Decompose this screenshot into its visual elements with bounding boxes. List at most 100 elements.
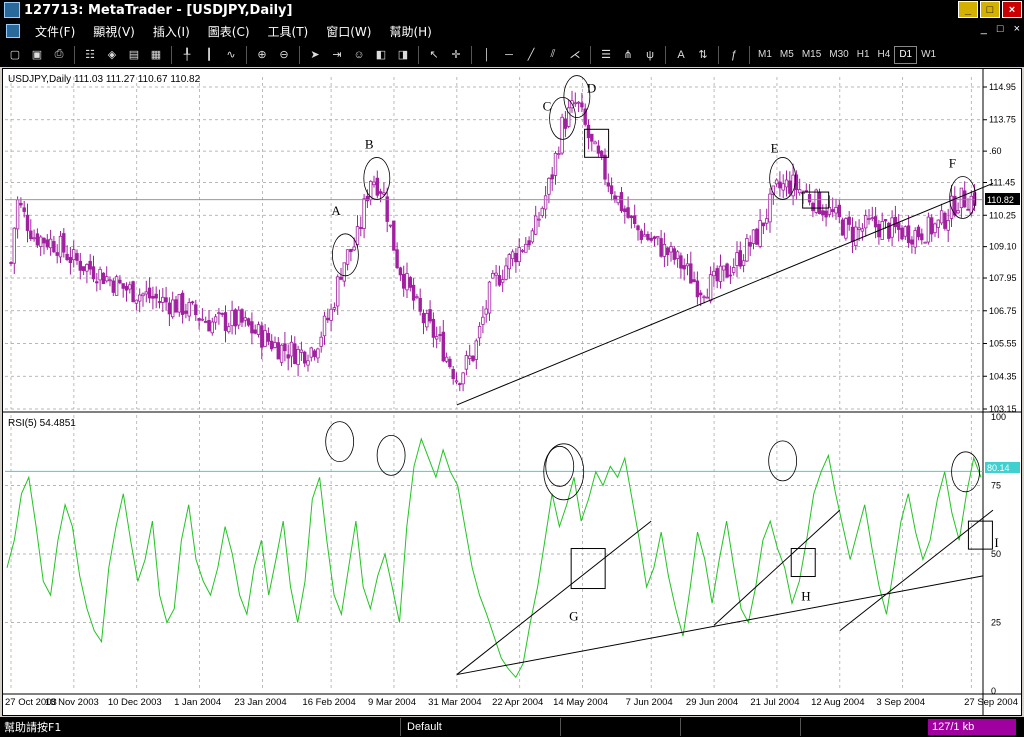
timeframe-d1[interactable]: D1 [894, 45, 918, 64]
candle-body [689, 263, 693, 284]
bar-chart-icon[interactable]: ╀ [178, 46, 196, 64]
candle-body [943, 212, 947, 229]
minimize-button[interactable]: _ [958, 1, 978, 18]
chart-canvas[interactable]: ABCDEFGHI 27 Oct 200318 Nov 2003 10 Dec 2… [3, 69, 1021, 715]
y-tick-label: 111.45 [989, 178, 1015, 188]
maximize-button[interactable]: □ [980, 1, 1000, 18]
strategy-tester-icon[interactable]: ▦ [147, 46, 165, 64]
indicators-icon[interactable]: ◧ [372, 46, 390, 64]
rsi-trendline [839, 509, 994, 632]
candle-body [78, 260, 82, 271]
candle-body [659, 238, 663, 257]
timeframe-m15[interactable]: M15 [798, 46, 825, 64]
channel-icon[interactable]: ⫽ [544, 46, 562, 64]
timeframe-h4[interactable]: H4 [874, 46, 895, 64]
trendline-icon[interactable]: ╱ [522, 46, 540, 64]
zoom-out-icon[interactable]: ⊖ [275, 46, 293, 64]
candle-body [349, 248, 353, 253]
horizontal-line-icon[interactable]: ─ [500, 46, 518, 64]
candle-body [309, 347, 313, 358]
help-hint: 幫助請按F1 [4, 721, 62, 734]
candle-body [233, 309, 238, 327]
text-tool-icon[interactable]: A [672, 46, 690, 64]
chart-window[interactable]: ABCDEFGHI 27 Oct 2003 18 Nov 2003 10 Dec 2… [2, 68, 1022, 716]
expert-advisors-icon[interactable]: ☺ [350, 46, 368, 64]
title-bar: 127713: MetaTrader - [USDJPY,Daily] _ □ … [0, 0, 1024, 20]
timeframe-m5[interactable]: M5 [776, 46, 798, 64]
annotation-label: A [331, 203, 341, 218]
close-button[interactable]: × [1002, 1, 1022, 18]
line-chart-icon[interactable]: ∿ [222, 46, 240, 64]
menu-help[interactable]: 幫助(H) [380, 23, 440, 40]
candle-body [600, 150, 604, 157]
candle-body [88, 260, 92, 270]
timeframe-m30[interactable]: M30 [825, 46, 852, 64]
fan-icon[interactable]: ⋌ [566, 46, 584, 64]
menu-window[interactable]: 窗口(W) [317, 23, 380, 40]
menu-file[interactable]: 文件(F) [26, 23, 84, 40]
timeframe-m1[interactable]: M1 [754, 46, 776, 64]
candle-body [636, 225, 640, 231]
cursor-icon[interactable]: ↖ [425, 46, 443, 64]
child-minimize-button[interactable]: _ [981, 23, 987, 35]
menu-insert[interactable]: 插入(I) [144, 23, 199, 40]
crosshair-icon[interactable]: ✛ [447, 46, 465, 64]
candle-body [725, 263, 729, 278]
candle-body [705, 296, 709, 299]
candlestick-icon[interactable]: ┃ [200, 46, 218, 64]
annotation-label: D [587, 81, 596, 96]
candle-body [72, 249, 76, 261]
auto-scroll-icon[interactable]: ➤ [306, 46, 324, 64]
candle-body [484, 308, 488, 315]
candle-body [666, 247, 670, 256]
rsi-tick-label: 75 [991, 481, 1001, 491]
fibonacci-icon[interactable]: ☰ [597, 46, 615, 64]
candle-body [768, 193, 772, 223]
vertical-line-icon[interactable]: │ [478, 46, 496, 64]
candle-body [510, 251, 515, 260]
candle-body [105, 276, 109, 282]
timeframe-h1[interactable]: H1 [853, 46, 874, 64]
candle-body [606, 182, 610, 187]
candle-body [609, 185, 614, 195]
candle-body [296, 349, 300, 366]
navigator-icon[interactable]: ◈ [103, 46, 121, 64]
function-icon[interactable]: ƒ [725, 46, 743, 64]
candle-body [273, 342, 277, 348]
gann-icon[interactable]: ⋔ [619, 46, 637, 64]
x-tick-label: 22 Apr 2004 [492, 697, 543, 708]
child-close-button[interactable]: × [1014, 23, 1020, 35]
candle-body [180, 292, 185, 315]
save-icon[interactable]: ▣ [28, 46, 46, 64]
candle-body [372, 181, 376, 186]
candle-body [695, 280, 700, 298]
candle-body [897, 222, 901, 230]
pitchfork-icon[interactable]: ψ [641, 46, 659, 64]
child-restore-button[interactable]: □ [997, 23, 1004, 35]
market-watch-icon[interactable]: ☷ [81, 46, 99, 64]
candle-body [220, 313, 224, 315]
candle-body [458, 383, 462, 386]
arrows-icon[interactable]: ⇅ [694, 46, 712, 64]
zoom-in-icon[interactable]: ⊕ [253, 46, 271, 64]
templates-icon[interactable]: ◨ [394, 46, 412, 64]
new-chart-icon[interactable]: ▢ [6, 46, 24, 64]
menu-tools[interactable]: 工具(T) [259, 23, 318, 40]
candle-body [75, 253, 79, 261]
print-icon[interactable]: ⎙ [50, 46, 68, 64]
candle-body [276, 342, 280, 360]
candle-body [798, 189, 802, 194]
candle-body [451, 369, 455, 380]
rsi-tick-label: 50 [991, 549, 1001, 559]
candle-body [675, 251, 680, 259]
x-tick-label: 9 Mar 2004 [368, 697, 416, 708]
candle-body [438, 334, 442, 336]
candle-body [283, 343, 287, 352]
candle-body [543, 195, 548, 210]
candle-body [134, 299, 139, 304]
chart-shift-icon[interactable]: ⇥ [328, 46, 346, 64]
menu-view[interactable]: 顯視(V) [84, 23, 144, 40]
menu-chart[interactable]: 圖表(C) [199, 23, 259, 40]
terminal-icon[interactable]: ▤ [125, 46, 143, 64]
timeframe-w1[interactable]: W1 [917, 46, 940, 64]
